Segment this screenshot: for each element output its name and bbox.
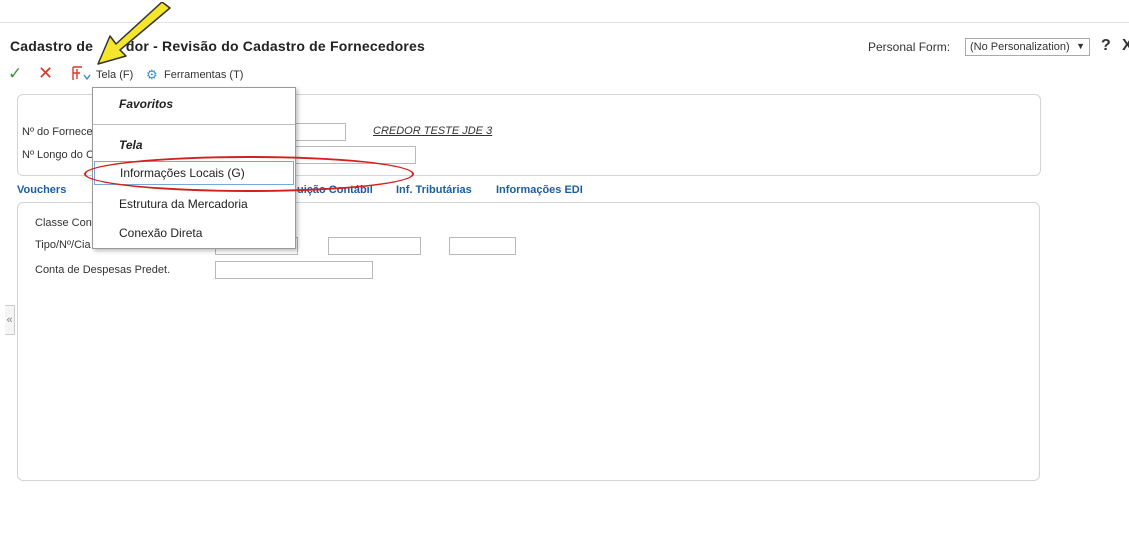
highlight-ellipse xyxy=(84,156,414,192)
menu-item-direct-connection[interactable]: Conexão Direta xyxy=(94,222,294,246)
personal-form-label: Personal Form: xyxy=(868,40,951,54)
menu-section-favorites: Favoritos xyxy=(119,97,174,111)
menu-divider xyxy=(93,124,295,125)
supplier-number-label: Nº do Fornece xyxy=(22,126,93,138)
pointer-arrow-annotation xyxy=(97,2,171,65)
checkmark-icon[interactable]: ✓ xyxy=(8,64,22,84)
tela-menu-button[interactable]: Tela (F) xyxy=(96,69,133,81)
tab-vouchers[interactable]: Vouchers xyxy=(17,184,66,196)
close-icon[interactable]: X xyxy=(1122,37,1129,55)
personal-form-value: (No Personalization) xyxy=(970,41,1070,53)
form-exit-icon[interactable] xyxy=(70,65,92,83)
long-number-label: Nº Longo do C xyxy=(22,149,94,161)
dropdown-arrow-icon: ▼ xyxy=(1076,41,1085,51)
help-icon[interactable]: ? xyxy=(1101,37,1111,55)
tab-edi-info[interactable]: Informações EDI xyxy=(496,184,583,196)
tools-menu-button[interactable]: Ferramentas (T) xyxy=(164,69,243,81)
menu-item-commodity-structure[interactable]: Estrutura da Mercadoria xyxy=(94,193,294,217)
type-label: Tipo/Nº/Cia xyxy=(35,239,91,251)
supplier-name-link[interactable]: CREDOR TESTE JDE 3 xyxy=(373,125,492,137)
company-input[interactable] xyxy=(449,237,516,255)
page-title: Cadastro de dor - Revisão do Cadastro de… xyxy=(10,38,425,54)
number-input[interactable] xyxy=(328,237,421,255)
tab-tax-info[interactable]: Inf. Tributárias xyxy=(396,184,472,196)
x-icon[interactable]: ✕ xyxy=(38,63,53,84)
menu-section-tela: Tela xyxy=(119,138,143,152)
expense-account-label: Conta de Despesas Predet. xyxy=(35,264,171,276)
expense-account-input[interactable] xyxy=(215,261,373,279)
collapse-sidebar-icon[interactable]: « xyxy=(5,305,15,335)
gear-icon[interactable]: ⚙ xyxy=(146,67,158,83)
class-label: Classe Con xyxy=(35,217,92,229)
personal-form-select[interactable]: (No Personalization) ▼ xyxy=(965,38,1090,56)
